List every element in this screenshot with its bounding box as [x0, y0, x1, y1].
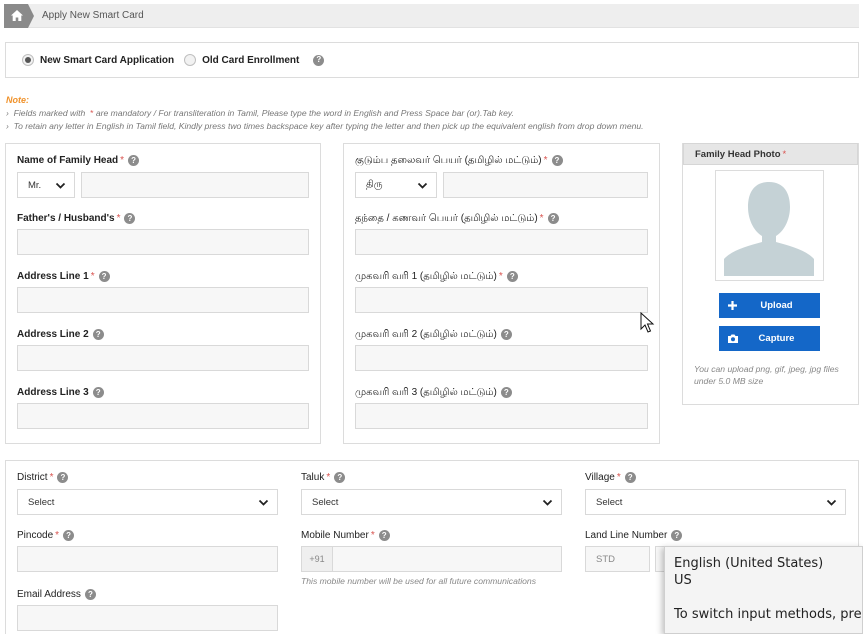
help-icon[interactable]: ?: [671, 530, 683, 541]
landline-label: Land Line Number?: [585, 530, 683, 541]
tamil-father-input[interactable]: [355, 229, 648, 255]
help-icon[interactable]: ?: [624, 472, 636, 483]
note-line-1-suffix: are mandatory / For transliteration in T…: [95, 108, 514, 118]
tamil-address-3-label: முகவரி வரி 3 (தமிழில் மட்டும்)?: [355, 387, 512, 399]
help-icon[interactable]: ?: [334, 472, 346, 483]
address-line-3-input[interactable]: [17, 403, 309, 429]
tamil-father-label: தந்தை / கணவர் பெயர் (தமிழில் மட்டும்) *?: [355, 213, 559, 225]
address-line-2-input[interactable]: [17, 345, 309, 371]
tamil-address-1-label: முகவரி வரி 1 (தமிழில் மட்டும்) *?: [355, 271, 518, 283]
upload-hint: You can upload png, gif, jpeg, jpg files…: [694, 364, 839, 386]
help-icon[interactable]: ?: [313, 54, 325, 66]
taluk-label: Taluk *?: [301, 472, 346, 483]
help-icon[interactable]: ?: [500, 329, 512, 340]
district-label: District *?: [17, 472, 69, 483]
help-icon[interactable]: ?: [551, 155, 563, 166]
help-icon[interactable]: ?: [547, 213, 559, 224]
tamil-address-1-input[interactable]: [355, 287, 648, 313]
note-line-1-prefix: Fields marked with: [13, 108, 86, 118]
help-icon[interactable]: ?: [84, 589, 96, 600]
breadcrumb: Apply New Smart Card: [4, 4, 859, 28]
father-husband-label: Father's / Husband's *?: [17, 213, 136, 224]
help-icon[interactable]: ?: [506, 271, 518, 282]
mobile-hint: This mobile number will be used for all …: [301, 576, 536, 586]
help-icon[interactable]: ?: [63, 530, 75, 541]
help-icon[interactable]: ?: [92, 329, 104, 340]
help-icon[interactable]: ?: [378, 530, 390, 541]
tamil-address-2-label: முகவரி வரி 2 (தமிழில் மட்டும்)?: [355, 329, 512, 341]
chevron-down-icon: [826, 499, 837, 506]
chevron-down-icon: [55, 182, 66, 189]
help-icon[interactable]: ?: [124, 213, 136, 224]
help-icon[interactable]: ?: [128, 155, 140, 166]
note-line-2: › To retain any letter in English in Tam…: [6, 121, 644, 131]
note-line-2-text: To retain any letter in English in Tamil…: [13, 121, 644, 131]
note-star: *: [90, 108, 94, 118]
ime-language: English (United States): [674, 556, 824, 571]
chevron-down-icon: [258, 499, 269, 506]
help-icon[interactable]: ?: [92, 387, 104, 398]
new-card-label[interactable]: New Smart Card Application: [40, 55, 174, 66]
address-line-1-input[interactable]: [17, 287, 309, 313]
title-select[interactable]: Mr.: [17, 172, 75, 198]
family-head-label: Name of Family Head *?: [17, 155, 140, 166]
old-card-label[interactable]: Old Card Enrollment: [202, 55, 299, 66]
photo-header: Family Head Photo *: [683, 143, 858, 165]
tamil-family-head-input[interactable]: [443, 172, 648, 198]
district-select[interactable]: Select: [17, 489, 278, 515]
input-method-tooltip: English (United States) US To switch inp…: [664, 546, 863, 634]
taluk-select[interactable]: Select: [301, 489, 562, 515]
email-label: Email Address?: [17, 589, 96, 600]
pincode-label: Pincode *?: [17, 530, 75, 541]
note-line-1: › Fields marked with * are mandatory / F…: [6, 108, 514, 118]
mobile-prefix: +91: [301, 546, 333, 572]
breadcrumb-current: Apply New Smart Card: [42, 10, 144, 21]
village-select[interactable]: Select: [585, 489, 846, 515]
tamil-address-3-input[interactable]: [355, 403, 648, 429]
note-title: Note:: [6, 95, 29, 105]
photo-placeholder: [715, 170, 824, 281]
village-label: Village *?: [585, 472, 636, 483]
std-code-input[interactable]: STD: [585, 546, 650, 572]
father-husband-input[interactable]: [17, 229, 309, 255]
avatar-placeholder-icon: [720, 175, 819, 276]
tamil-title-select[interactable]: திரு: [355, 172, 437, 198]
family-head-name-input[interactable]: [81, 172, 309, 198]
application-type-panel: New Smart Card Application Old Card Enro…: [5, 42, 859, 78]
old-card-radio[interactable]: [184, 54, 197, 66]
help-icon[interactable]: ?: [500, 387, 512, 398]
address-line-1-label: Address Line 1 *?: [17, 271, 110, 282]
ime-hint: To switch input methods, press: [674, 607, 863, 622]
help-icon[interactable]: ?: [57, 472, 69, 483]
email-input[interactable]: [17, 605, 278, 631]
chevron-down-icon: [542, 499, 553, 506]
mouse-cursor-icon: [640, 312, 655, 333]
chevron-down-icon: [417, 182, 428, 189]
address-line-3-label: Address Line 3?: [17, 387, 104, 398]
address-line-2-label: Address Line 2?: [17, 329, 104, 340]
mobile-input[interactable]: [332, 546, 562, 572]
tamil-address-2-input[interactable]: [355, 345, 648, 371]
upload-button[interactable]: Upload: [719, 293, 820, 318]
home-icon: [11, 10, 23, 21]
mobile-label: Mobile Number *?: [301, 530, 390, 541]
new-card-radio[interactable]: [22, 54, 34, 66]
ime-layout: US: [674, 573, 692, 588]
home-button[interactable]: [4, 4, 34, 28]
tamil-family-head-label: குடும்ப தலைவர் பெயர் (தமிழில் மட்டும்) *?: [355, 155, 563, 167]
capture-button[interactable]: Capture: [719, 326, 820, 351]
pincode-input[interactable]: [17, 546, 278, 572]
help-icon[interactable]: ?: [98, 271, 110, 282]
